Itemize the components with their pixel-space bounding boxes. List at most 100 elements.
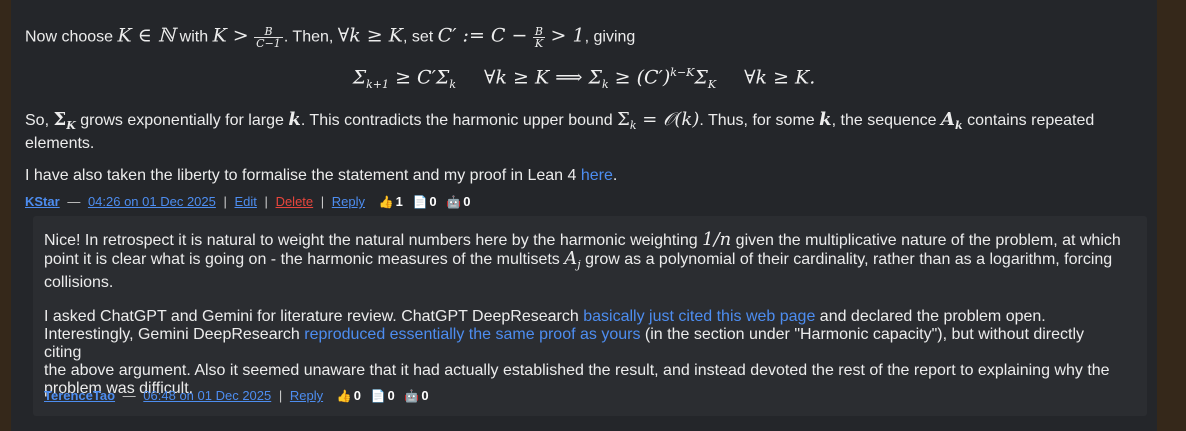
robot-icon: 🤖 xyxy=(404,389,420,403)
math-k: k xyxy=(288,109,301,130)
math-relation: ≥ C′Σ xyxy=(389,66,450,89)
reply-button[interactable]: Reply xyxy=(290,388,323,403)
math-c-prime: C′ := C − xyxy=(437,24,528,47)
math-A: A xyxy=(564,248,578,269)
dash-separator: — xyxy=(122,388,136,403)
math-sigma-K: Σ xyxy=(53,109,67,130)
math-relation: ≥ (C′) xyxy=(608,66,671,89)
math-gt-one: > 1 xyxy=(550,24,585,47)
text-fragment: grow as a polynomial of their cardinalit… xyxy=(580,251,1113,268)
math-fraction-B-over-K: BK xyxy=(532,26,546,50)
doc-reaction[interactable]: 📄 0 xyxy=(412,194,436,209)
bot-count: 0 xyxy=(421,388,429,403)
document-icon: 📄 xyxy=(370,389,386,403)
text-fragment: So, xyxy=(25,112,54,129)
delete-button[interactable]: Delete xyxy=(276,194,314,209)
math-A: A xyxy=(941,109,955,130)
math-k: k xyxy=(819,109,832,130)
comment-paragraph-3: I have also taken the liberty to formali… xyxy=(25,167,1135,185)
text-fragment: . Thus, for some xyxy=(699,112,820,129)
text-fragment: Nice! In retrospect it is natural to wei… xyxy=(44,232,703,249)
text-fragment: elements. xyxy=(25,135,95,153)
math-forall: ∀k ≥ K xyxy=(337,24,403,47)
gemini-proof-link[interactable]: reproduced essentially the same proof as… xyxy=(304,326,640,343)
text-fragment: with xyxy=(175,28,213,46)
comment-timestamp-link[interactable]: 04:26 on 01 Dec 2025 xyxy=(88,194,216,209)
bot-reaction[interactable]: 🤖 0 xyxy=(404,388,428,403)
text-fragment: . xyxy=(612,167,618,184)
math-sigma: Σ xyxy=(694,66,708,89)
math-subscript: k xyxy=(629,119,637,133)
reply-author[interactable]: TerenceTao xyxy=(44,388,115,403)
doc-reaction[interactable]: 📄 0 xyxy=(371,388,395,403)
bot-reaction[interactable]: 🤖 0 xyxy=(446,194,470,209)
text-fragment: the above argument. Also it seemed unawa… xyxy=(44,362,1110,379)
math-one-over-n: 1/n xyxy=(702,229,732,250)
reply-meta-bar: TerenceTao — 06:48 on 01 Dec 2025 | Repl… xyxy=(44,388,429,404)
separator: | xyxy=(264,194,268,209)
text-fragment: contains repeated xyxy=(962,112,1095,129)
math-K-in-N: K ∈ ℕ xyxy=(117,24,176,47)
reply-comment-box: Nice! In retrospect it is natural to wei… xyxy=(33,216,1147,416)
comment-paragraph-2: So, ΣK grows exponentially for large k. … xyxy=(25,111,1135,153)
like-count: 0 xyxy=(353,388,361,403)
math-big-o: = 𝒪(k) xyxy=(636,109,700,130)
math-subscript: k+1 xyxy=(366,78,390,92)
doc-count: 0 xyxy=(387,388,395,403)
math-implication: ∀k ≥ K ⟹ Σ xyxy=(484,66,602,89)
text-fragment: grows exponentially for large xyxy=(75,112,289,129)
fraction-denominator: K xyxy=(534,37,544,50)
edit-button[interactable]: Edit xyxy=(235,194,257,209)
comment-thread-panel: Now choose K ∈ ℕ with K > B C−1. Then, ∀k… xyxy=(11,0,1157,431)
text-fragment: . This contradicts the harmonic upper bo… xyxy=(300,112,618,129)
text-fragment: I asked ChatGPT and Gemini for literatur… xyxy=(44,308,584,325)
math-subscript: K xyxy=(66,119,76,133)
text-fragment: collisions. xyxy=(44,274,114,292)
dash-separator: — xyxy=(67,194,81,209)
document-icon: 📄 xyxy=(412,195,428,209)
doc-count: 0 xyxy=(429,194,437,209)
reply-paragraph-2: I asked ChatGPT and Gemini for literatur… xyxy=(44,308,1124,398)
text-fragment: I have also taken the liberty to formali… xyxy=(25,167,581,184)
page-frame: Now choose K ∈ ℕ with K > B C−1. Then, ∀k… xyxy=(0,0,1186,431)
math-fraction-B-over-C-minus-1: B C−1 xyxy=(254,26,283,49)
text-fragment: given the multiplicative nature of the p… xyxy=(731,232,1121,249)
comment-author[interactable]: KStar xyxy=(25,194,60,209)
comment-paragraph-1: Now choose K ∈ ℕ with K > B C−1. Then, ∀k… xyxy=(25,26,1135,49)
text-fragment: and declared the problem open. xyxy=(815,308,1046,325)
separator: | xyxy=(278,388,283,403)
robot-icon: 🤖 xyxy=(446,195,462,209)
bot-count: 0 xyxy=(463,194,471,209)
math-forall: ∀k ≥ K. xyxy=(744,66,816,89)
text-fragment: . Then, xyxy=(283,28,338,46)
math-K-gt: K > xyxy=(212,24,249,47)
like-reaction[interactable]: 👍 1 xyxy=(379,194,403,209)
text-fragment: , giving xyxy=(584,28,636,46)
comment-meta-bar: KStar — 04:26 on 01 Dec 2025 | Edit | De… xyxy=(25,194,470,210)
separator: | xyxy=(320,194,325,209)
cited-web-page-link[interactable]: basically just cited this web page xyxy=(583,308,815,325)
text-fragment: , set xyxy=(402,28,438,46)
reply-paragraph-1: Nice! In retrospect it is natural to wei… xyxy=(44,231,1124,292)
text-fragment: point it is clear what is going on - the… xyxy=(44,251,565,268)
text-fragment: Interestingly, Gemini DeepResearch xyxy=(44,326,305,343)
thumbs-up-icon: 👍 xyxy=(336,389,352,403)
math-subscript: k xyxy=(449,78,456,92)
lean-proof-link[interactable]: here xyxy=(581,167,613,184)
math-subscript: k xyxy=(955,119,963,133)
display-equation: Σk+1 ≥ C′Σk ∀k ≥ K ⟹ Σk ≥ (C′)k−KΣK ∀k ≥ K… xyxy=(11,66,1157,91)
like-count: 1 xyxy=(395,194,403,209)
fraction-denominator: C−1 xyxy=(256,37,281,50)
math-subscript: K xyxy=(707,78,717,92)
math-subscript: k xyxy=(601,78,609,92)
reply-timestamp-link[interactable]: 06:48 on 01 Dec 2025 xyxy=(143,388,271,403)
reply-button[interactable]: Reply xyxy=(332,194,365,209)
text-fragment: , the sequence xyxy=(831,112,942,129)
math-superscript: k−K xyxy=(670,66,695,79)
thumbs-up-icon: 👍 xyxy=(378,195,394,209)
math-sigma-k: Σ xyxy=(617,109,630,130)
like-reaction[interactable]: 👍 0 xyxy=(337,388,361,403)
text-fragment: Now choose xyxy=(25,28,118,46)
math-sigma: Σ xyxy=(352,66,367,89)
separator: | xyxy=(223,194,227,209)
